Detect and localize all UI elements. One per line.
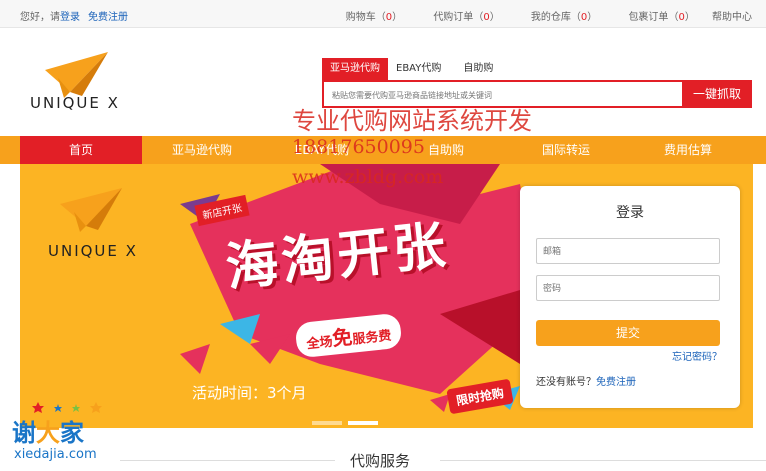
watermark-url: www.zbldg.com [292,166,444,188]
tab-self-purchase[interactable]: 自助购 [455,58,501,80]
xiedajia-cn-text: 谢大家 [12,413,84,448]
help-center-link[interactable]: 帮助中心 [712,12,752,23]
orders-link[interactable]: 代购订单（0） [419,12,499,23]
no-account-label: 还没有账号？ [536,377,596,388]
warehouse-label: 我的仓库 [530,12,571,23]
greeting-text: 您好，请 [20,12,60,23]
login-title: 登录 [616,205,644,221]
cart-link[interactable]: 购物车（0） [332,12,402,23]
nav-fee-estimate[interactable]: 费用估算 [628,136,748,164]
forgot-password-link[interactable]: 忘记密码？ [672,348,722,363]
carousel-dot[interactable] [312,421,342,425]
nav-amazon[interactable]: 亚马逊代购 [142,136,262,164]
carousel-indicators [312,410,384,428]
site-logo-unique-x[interactable]: UNIQUE X [30,48,130,118]
register-link[interactable]: 免费注册 [88,12,128,23]
banner-paper-plane-icon [60,188,122,232]
top-bar-links: 购物车（0） 代购订单（0） 我的仓库（0） 包裹订单（0） 帮助中心 [318,8,752,23]
section-divider-left [120,460,335,461]
cart-count: 0 [385,12,393,23]
no-account-text: 还没有账号？免费注册 [536,373,636,388]
warehouse-link[interactable]: 我的仓库（0） [517,12,597,23]
xiedajia-logo: 谢大家 xiedajia.com [10,402,120,465]
top-bar: 您好，请登录 免费注册 购物车（0） 代购订单（0） 我的仓库（0） 包裹订单（0… [0,0,766,28]
fee-prefix: 全场 [305,334,334,353]
fetch-button[interactable]: 一键抓取 [682,80,752,108]
watermark-phone: 18817650095 [292,136,425,158]
email-field[interactable] [536,238,720,264]
package-orders-count: 0 [678,12,685,23]
tab-ebay[interactable]: EBAY代购 [388,58,449,80]
fee-big: 免 [331,324,354,351]
nav-forwarding[interactable]: 国际转运 [506,136,626,164]
activity-time: 活动时间：3个月 [192,384,307,402]
logo-text: UNIQUE X [30,94,120,112]
orders-count: 0 [483,12,490,23]
login-link[interactable]: 登录 [60,12,80,23]
submit-button[interactable]: 提交 [536,320,720,346]
password-field[interactable] [536,275,720,301]
warehouse-count: 0 [580,12,588,23]
fee-suffix: 服务费 [351,328,393,348]
login-panel: 登录 提交 忘记密码？ 还没有账号？免费注册 [520,186,740,408]
nav-home[interactable]: 首页 [20,136,142,164]
banner-logo: UNIQUE X [42,186,142,266]
orders-label: 代购订单 [433,12,474,23]
watermark-line-1: 专业代购网站系统开发 [292,107,532,135]
package-orders-label: 包裹订单 [628,12,669,23]
cart-label: 购物车 [345,12,376,23]
section-divider-right [440,460,766,461]
banner-logo-text: UNIQUE X [48,242,138,260]
xiedajia-char-1: 谢 [12,419,36,447]
login-register-link[interactable]: 免费注册 [596,377,636,388]
xiedajia-char-3: 家 [60,419,84,447]
carousel-dot-active[interactable] [348,421,378,425]
search-tabs: 亚马逊代购 EBAY代购 自助购 [322,58,501,80]
top-bar-greeting: 您好，请登录 免费注册 [20,8,128,23]
xiedajia-char-2: 大 [36,419,60,447]
tab-amazon[interactable]: 亚马逊代购 [322,58,388,80]
package-orders-link[interactable]: 包裹订单（0） [614,12,694,23]
xiedajia-url: xiedajia.com [14,447,97,462]
